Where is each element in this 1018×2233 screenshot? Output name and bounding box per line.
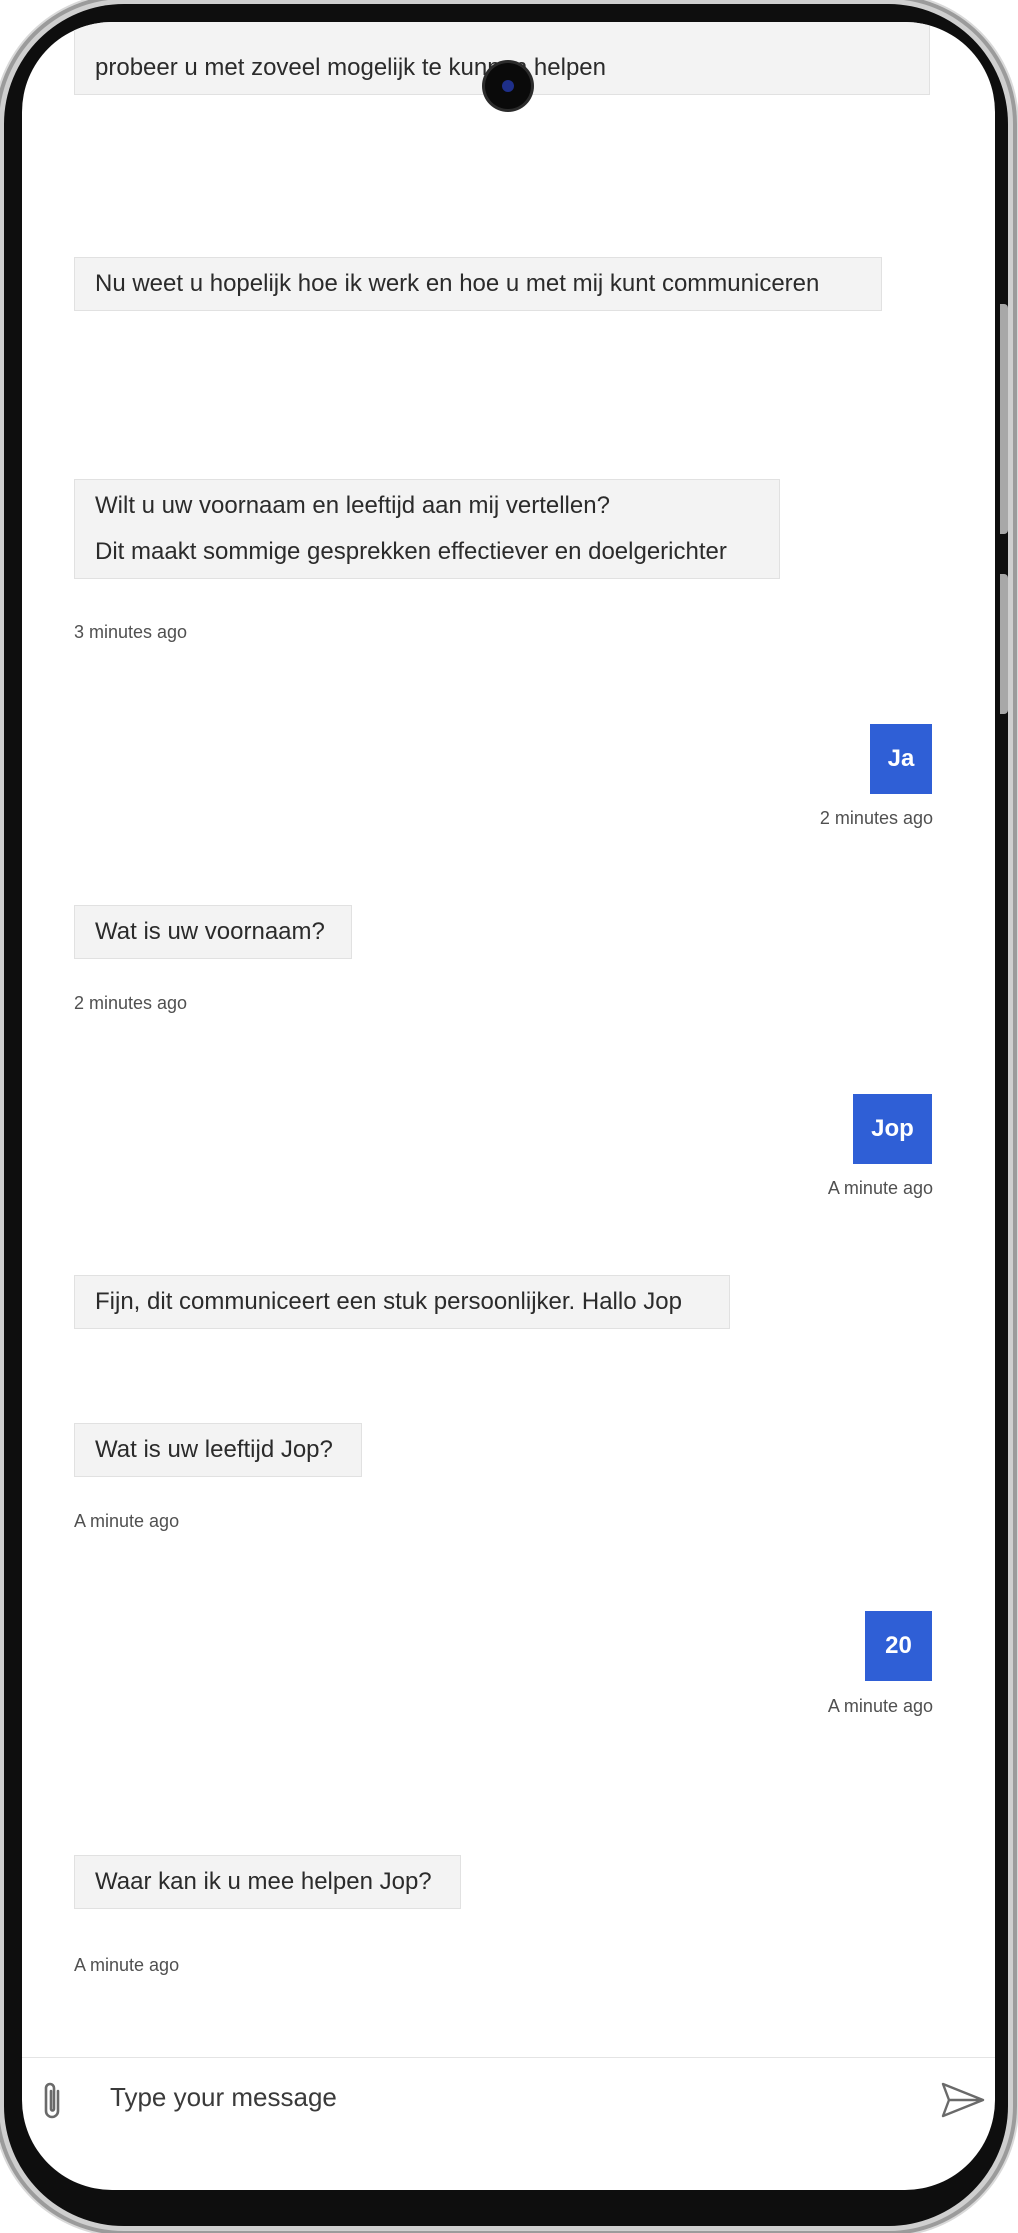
user-message: 20 — [865, 1611, 932, 1681]
message-timestamp: 3 minutes ago — [74, 622, 188, 642]
user-message: Ja — [870, 724, 932, 794]
message-timestamp: A minute ago — [827, 1696, 933, 1716]
message-timestamp: A minute ago — [74, 1511, 180, 1531]
power-button — [1000, 574, 1008, 714]
user-message: Jop — [853, 1094, 932, 1164]
message-text: Fijn, dit communiceert een stuk persoonl… — [95, 1288, 682, 1315]
message-text: Wat is uw voornaam? — [95, 918, 325, 945]
message-text: Waar kan ik u mee helpen Jop? — [95, 1868, 432, 1895]
message-timestamp: 2 minutes ago — [819, 808, 933, 828]
bot-message: Wat is uw leeftijd Jop? — [74, 1423, 362, 1477]
message-text: Dit maakt sommige gesprekken effectiever… — [95, 538, 727, 565]
message-timestamp: A minute ago — [74, 1955, 180, 1975]
message-timestamp: A minute ago — [827, 1178, 933, 1198]
bot-message: Fijn, dit communiceert een stuk persoonl… — [74, 1275, 730, 1329]
front-camera — [485, 63, 531, 109]
chat-screen: probeer u met zoveel mogelijk te kunnen … — [22, 22, 995, 2190]
bot-message: Wilt u uw voornaam en leeftijd aan mij v… — [74, 479, 780, 579]
message-text: Nu weet u hopelijk hoe ik werk en hoe u … — [95, 270, 820, 297]
bot-message: Wat is uw voornaam? — [74, 905, 352, 959]
message-text: Wilt u uw voornaam en leeftijd aan mij v… — [95, 492, 610, 519]
volume-button — [1000, 304, 1008, 534]
message-timestamp: 2 minutes ago — [74, 993, 188, 1013]
message-text: Wat is uw leeftijd Jop? — [95, 1436, 333, 1463]
paperclip-icon[interactable] — [38, 2079, 68, 2123]
bot-message: Nu weet u hopelijk hoe ik werk en hoe u … — [74, 257, 882, 311]
composer-divider — [22, 2057, 995, 2058]
message-input[interactable]: Type your message — [110, 2082, 337, 2113]
bot-message: Waar kan ik u mee helpen Jop? — [74, 1855, 461, 1909]
send-icon[interactable] — [940, 2080, 986, 2120]
